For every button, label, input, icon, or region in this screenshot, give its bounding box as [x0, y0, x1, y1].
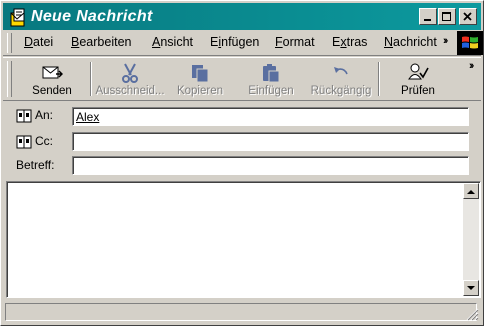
cut-label: Ausschneid...: [95, 85, 165, 97]
subject-label: Betreff:: [16, 158, 55, 172]
scroll-up-button[interactable]: [463, 183, 479, 199]
maximize-button[interactable]: [438, 8, 456, 25]
menubar-grip[interactable]: [7, 33, 12, 53]
undo-label: Rückgängig: [310, 85, 372, 97]
send-label: Senden: [32, 85, 72, 97]
envelope-icon: [42, 66, 63, 79]
menu-bearbeiten[interactable]: Bearbeiten: [71, 35, 131, 49]
windows-logo-icon: [457, 31, 483, 55]
spellcheck-icon: [408, 63, 429, 80]
cut-button[interactable]: Ausschneid...: [94, 58, 166, 100]
menu-overflow-chevron-icon[interactable]: ››: [443, 35, 449, 47]
to-value: Alex: [76, 110, 100, 124]
subject-field[interactable]: [72, 156, 469, 175]
toolbar: ›› Senden Ausschneid... Kopieren Einfüge…: [3, 57, 481, 101]
minimize-button[interactable]: [419, 8, 437, 25]
toolbar-separator: [378, 62, 380, 96]
to-label-button[interactable]: An:: [16, 108, 53, 123]
maximize-icon: [442, 11, 451, 21]
menu-ansicht[interactable]: Ansicht: [152, 35, 193, 49]
toolbar-overflow-chevron-icon[interactable]: ››: [469, 60, 475, 72]
menu-format[interactable]: Format: [275, 35, 315, 49]
message-body[interactable]: [6, 181, 481, 298]
toolbar-grip[interactable]: [7, 61, 12, 97]
menu-nachricht[interactable]: Nachricht: [384, 35, 437, 49]
address-book-icon: [16, 109, 32, 123]
paste-icon: [263, 64, 280, 83]
vertical-scrollbar[interactable]: [463, 183, 479, 296]
close-button[interactable]: [459, 8, 477, 25]
arrow-up-icon: [467, 189, 475, 194]
copy-label: Kopieren: [176, 85, 224, 97]
resize-grip-icon[interactable]: [466, 308, 479, 321]
menu-einfuegen[interactable]: Einfügen: [210, 35, 259, 49]
toolbar-separator: [90, 62, 92, 96]
cc-field[interactable]: [72, 132, 469, 151]
status-pane: [5, 303, 477, 321]
paste-label: Einfügen: [248, 85, 294, 97]
cc-label-button[interactable]: Cc:: [16, 134, 53, 149]
check-names-button[interactable]: Prüfen: [383, 58, 453, 100]
title-bar[interactable]: Neue Nachricht: [3, 3, 481, 30]
minimize-icon: [424, 18, 431, 21]
new-message-icon: [10, 8, 25, 27]
paste-button[interactable]: Einfügen: [239, 58, 303, 100]
close-icon: [463, 11, 472, 21]
undo-icon: [334, 67, 348, 75]
undo-button[interactable]: Rückgängig: [306, 58, 376, 100]
window-title: Neue Nachricht: [31, 8, 153, 25]
menu-extras[interactable]: Extras: [332, 35, 367, 49]
address-book-icon: [16, 135, 32, 149]
scissors-icon: [122, 63, 138, 83]
status-bar: [3, 301, 481, 323]
copy-button[interactable]: Kopieren: [169, 58, 231, 100]
arrow-down-icon: [467, 285, 475, 290]
copy-icon: [192, 65, 209, 83]
check-label: Prüfen: [401, 85, 435, 97]
menu-datei[interactable]: Datei: [24, 35, 53, 49]
send-button[interactable]: Senden: [17, 58, 87, 100]
scroll-down-button[interactable]: [463, 280, 479, 296]
to-field[interactable]: Alex: [72, 107, 469, 126]
menu-bar: Datei Bearbeiten Ansicht Einfügen Format…: [3, 31, 481, 56]
new-message-window: Neue Nachricht Datei Bearbeiten Ansicht …: [0, 0, 484, 326]
